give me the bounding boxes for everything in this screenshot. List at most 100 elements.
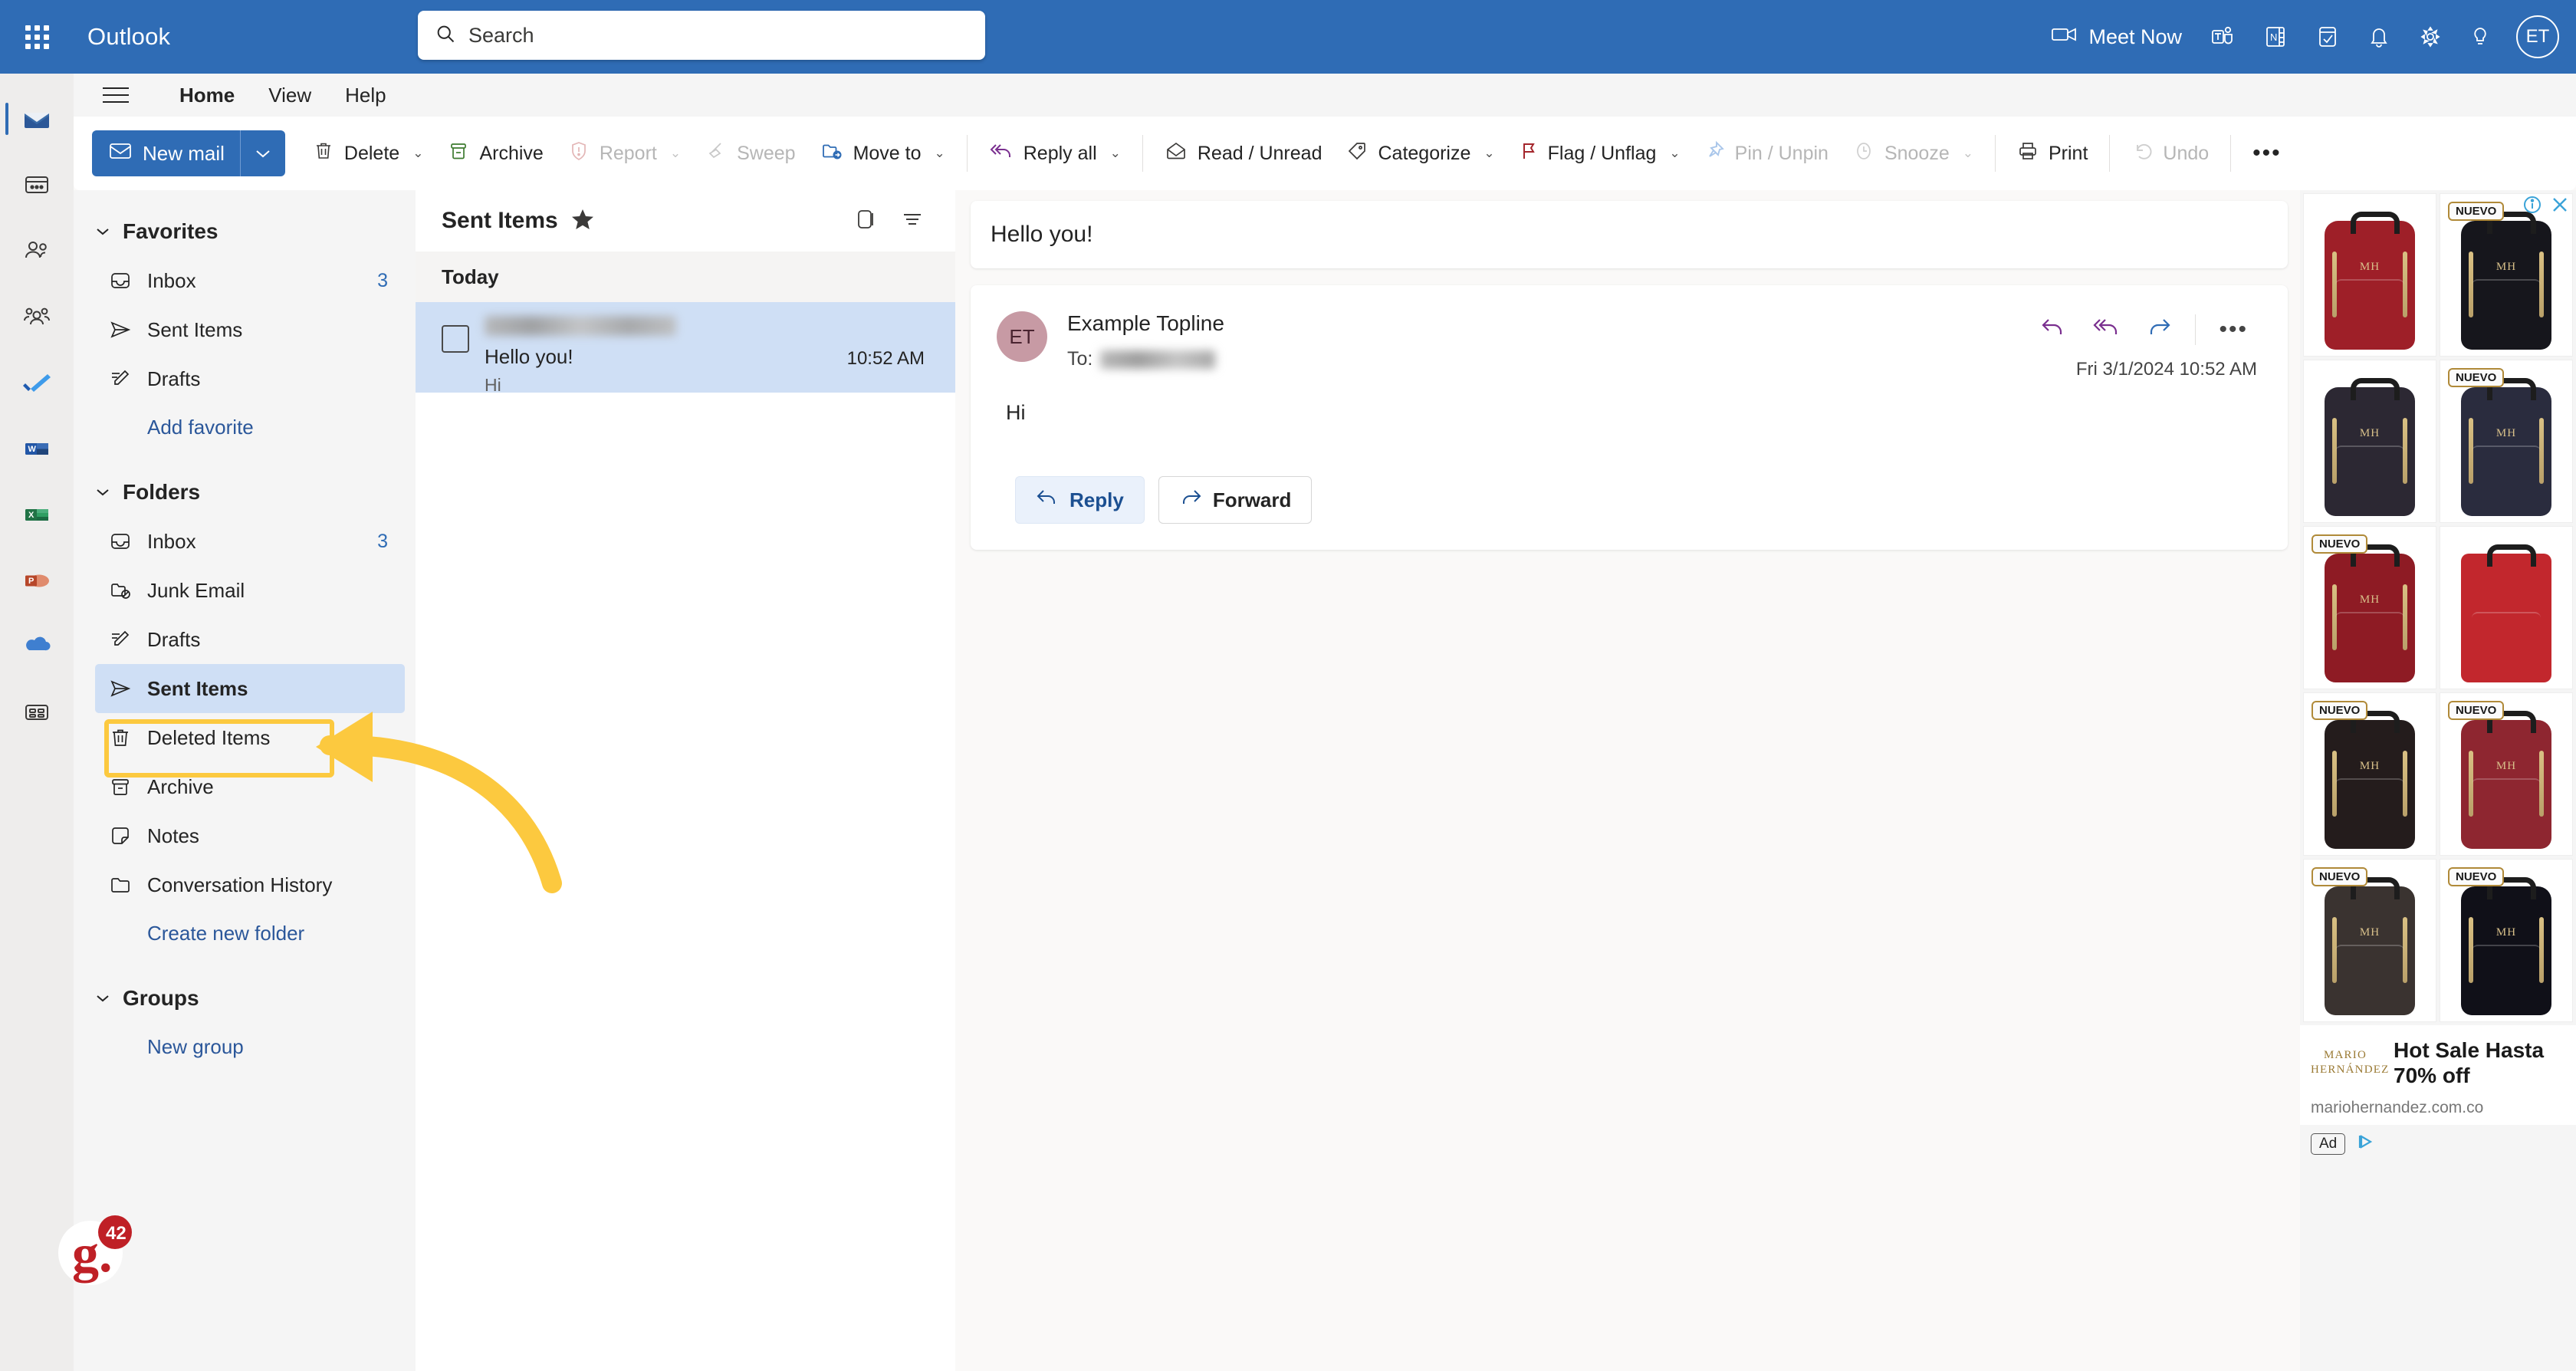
ad-headline: Hot Sale Hasta 70% off bbox=[2394, 1038, 2545, 1088]
chevron-down-icon[interactable]: ⌄ bbox=[935, 146, 945, 161]
folder-label: Archive bbox=[147, 774, 214, 798]
forward-icon[interactable] bbox=[2137, 311, 2181, 347]
powerpoint-icon: P bbox=[25, 574, 49, 587]
ad-product-tile[interactable]: MH bbox=[2303, 193, 2436, 357]
new-group-link[interactable]: New group bbox=[74, 1023, 416, 1070]
message-list-title: Sent Items bbox=[442, 208, 558, 233]
ad-footer[interactable]: MARIO HERNÁNDEZ Hot Sale Hasta 70% off m… bbox=[2300, 1025, 2576, 1126]
more-options-icon[interactable]: ••• bbox=[2210, 312, 2257, 347]
categorize-button[interactable]: Categorize ⌄ bbox=[1334, 130, 1506, 176]
sidebar-item-favorites-sent-items[interactable]: Sent Items bbox=[95, 305, 405, 354]
meet-now-button[interactable]: Meet Now bbox=[2038, 0, 2196, 74]
user-avatar[interactable]: ET bbox=[2516, 15, 2559, 58]
notifications-bell-icon[interactable] bbox=[2354, 0, 2404, 74]
chevron-down-icon[interactable]: ⌄ bbox=[412, 146, 423, 161]
rail-item-people[interactable] bbox=[0, 218, 74, 284]
rail-item-all-apps[interactable] bbox=[0, 679, 74, 745]
ad-product-tile[interactable] bbox=[2440, 526, 2573, 689]
new-mail-envelope-icon bbox=[109, 141, 132, 166]
add-favorite-link[interactable]: Add favorite bbox=[74, 403, 416, 451]
rail-item-onedrive[interactable] bbox=[0, 613, 74, 679]
more-options-button[interactable]: ••• bbox=[2240, 130, 2294, 176]
reply-all-icon[interactable] bbox=[2083, 311, 2129, 347]
star-filled-icon[interactable] bbox=[570, 207, 595, 235]
hamburger-menu-icon[interactable] bbox=[103, 87, 136, 103]
read-unread-label: Read / Unread bbox=[1197, 142, 1322, 164]
read-unread-button[interactable]: Read / Unread bbox=[1152, 130, 1335, 176]
sender-avatar: ET bbox=[997, 311, 1047, 362]
ad-product-tile[interactable]: NUEVO MH bbox=[2440, 859, 2573, 1022]
ad-choices-icon[interactable] bbox=[2356, 1133, 2376, 1155]
settings-gear-icon[interactable] bbox=[2404, 0, 2456, 74]
ad-product-tile[interactable]: NUEVO MH bbox=[2440, 692, 2573, 856]
print-button[interactable]: Print bbox=[2005, 130, 2100, 176]
tab-view[interactable]: View bbox=[251, 74, 328, 117]
reply-all-button[interactable]: Reply all ⌄ bbox=[977, 130, 1133, 176]
groups-section-header[interactable]: Groups bbox=[74, 974, 416, 1023]
tag-icon bbox=[1346, 140, 1368, 167]
teams-icon[interactable] bbox=[2196, 0, 2249, 74]
create-new-folder-link[interactable]: Create new folder bbox=[74, 909, 416, 957]
tab-help[interactable]: Help bbox=[328, 74, 402, 117]
sidebar-item-drafts[interactable]: Drafts bbox=[95, 615, 405, 664]
reading-pane-toggle-icon[interactable] bbox=[843, 207, 889, 235]
new-mail-dropdown-button[interactable] bbox=[241, 148, 285, 159]
sidebar-item-archive[interactable]: Archive bbox=[95, 762, 405, 811]
app-launcher-icon[interactable] bbox=[0, 0, 74, 74]
ad-url: mariohernandez.com.co bbox=[2311, 1099, 2484, 1117]
delete-button[interactable]: Delete ⌄ bbox=[301, 130, 436, 176]
rail-item-groups[interactable] bbox=[0, 284, 74, 350]
move-to-button[interactable]: Move to ⌄ bbox=[808, 130, 958, 176]
ad-product-tile[interactable]: MH bbox=[2303, 360, 2436, 523]
sidebar-item-deleted-items[interactable]: Deleted Items bbox=[95, 713, 405, 762]
meet-now-label: Meet Now bbox=[2088, 25, 2182, 48]
ad-info-icon[interactable] bbox=[2522, 195, 2542, 219]
rail-item-todo[interactable] bbox=[0, 350, 74, 416]
favorites-section-header[interactable]: Favorites bbox=[74, 207, 416, 256]
folder-label: Drafts bbox=[147, 367, 201, 390]
filter-icon[interactable] bbox=[889, 207, 935, 235]
reply-icon[interactable] bbox=[2031, 311, 2075, 347]
message-date: Fri 3/1/2024 10:52 AM bbox=[2075, 359, 2257, 380]
rail-item-word[interactable]: W bbox=[0, 416, 74, 482]
send-icon bbox=[109, 318, 143, 341]
sweep-button: Sweep bbox=[693, 130, 807, 176]
sidebar-item-conversation-history[interactable]: Conversation History bbox=[95, 860, 405, 909]
tab-home[interactable]: Home bbox=[163, 74, 251, 117]
forward-button[interactable]: Forward bbox=[1158, 476, 1313, 524]
rail-item-mail[interactable] bbox=[0, 86, 74, 152]
sidebar-item-junk-email[interactable]: Junk Email bbox=[95, 566, 405, 615]
ad-product-tile[interactable]: NUEVO MH bbox=[2303, 692, 2436, 856]
rail-item-powerpoint[interactable]: P bbox=[0, 547, 74, 613]
search-input[interactable]: Search bbox=[418, 11, 985, 60]
new-mail-button[interactable]: New mail bbox=[92, 130, 285, 176]
rail-item-excel[interactable]: X bbox=[0, 482, 74, 547]
undo-button: Undo bbox=[2119, 130, 2221, 176]
flag-unflag-button[interactable]: Flag / Unflag ⌄ bbox=[1507, 130, 1693, 176]
message-select-checkbox[interactable] bbox=[442, 325, 469, 353]
sidebar-item-sent-items[interactable]: Sent Items bbox=[95, 664, 405, 713]
sidebar-item-favorites-drafts[interactable]: Drafts bbox=[95, 354, 405, 403]
ad-product-tile[interactable]: NUEVO MH bbox=[2303, 526, 2436, 689]
ad-chip[interactable]: Ad bbox=[2311, 1133, 2346, 1155]
close-icon[interactable] bbox=[2550, 195, 2570, 219]
message-list-item[interactable]: Hello you! Hi 10:52 AM bbox=[416, 302, 955, 395]
onenote-icon[interactable]: N bbox=[2249, 0, 2302, 74]
folders-section-header[interactable]: Folders bbox=[74, 468, 416, 517]
folder-icon bbox=[109, 873, 143, 896]
todo-icon[interactable] bbox=[2302, 0, 2354, 74]
ad-product-tile[interactable]: NUEVO MH bbox=[2440, 360, 2573, 523]
tips-lightbulb-icon[interactable] bbox=[2456, 0, 2504, 74]
sidebar-item-favorites-inbox[interactable]: Inbox 3 bbox=[95, 256, 405, 305]
rail-item-calendar[interactable] bbox=[0, 152, 74, 218]
archive-button[interactable]: Archive bbox=[435, 130, 555, 176]
sidebar-item-inbox[interactable]: Inbox 3 bbox=[95, 517, 405, 566]
sidebar-item-notes[interactable]: Notes bbox=[95, 811, 405, 860]
chevron-down-icon[interactable]: ⌄ bbox=[1110, 146, 1121, 161]
ad-product-tile[interactable]: NUEVO MH bbox=[2303, 859, 2436, 1022]
reply-button[interactable]: Reply bbox=[1015, 476, 1145, 524]
chevron-down-icon[interactable]: ⌄ bbox=[1669, 146, 1680, 161]
delete-label: Delete bbox=[343, 142, 400, 164]
chevron-down-icon[interactable]: ⌄ bbox=[1484, 146, 1494, 161]
message-time: 10:52 AM bbox=[846, 348, 925, 369]
